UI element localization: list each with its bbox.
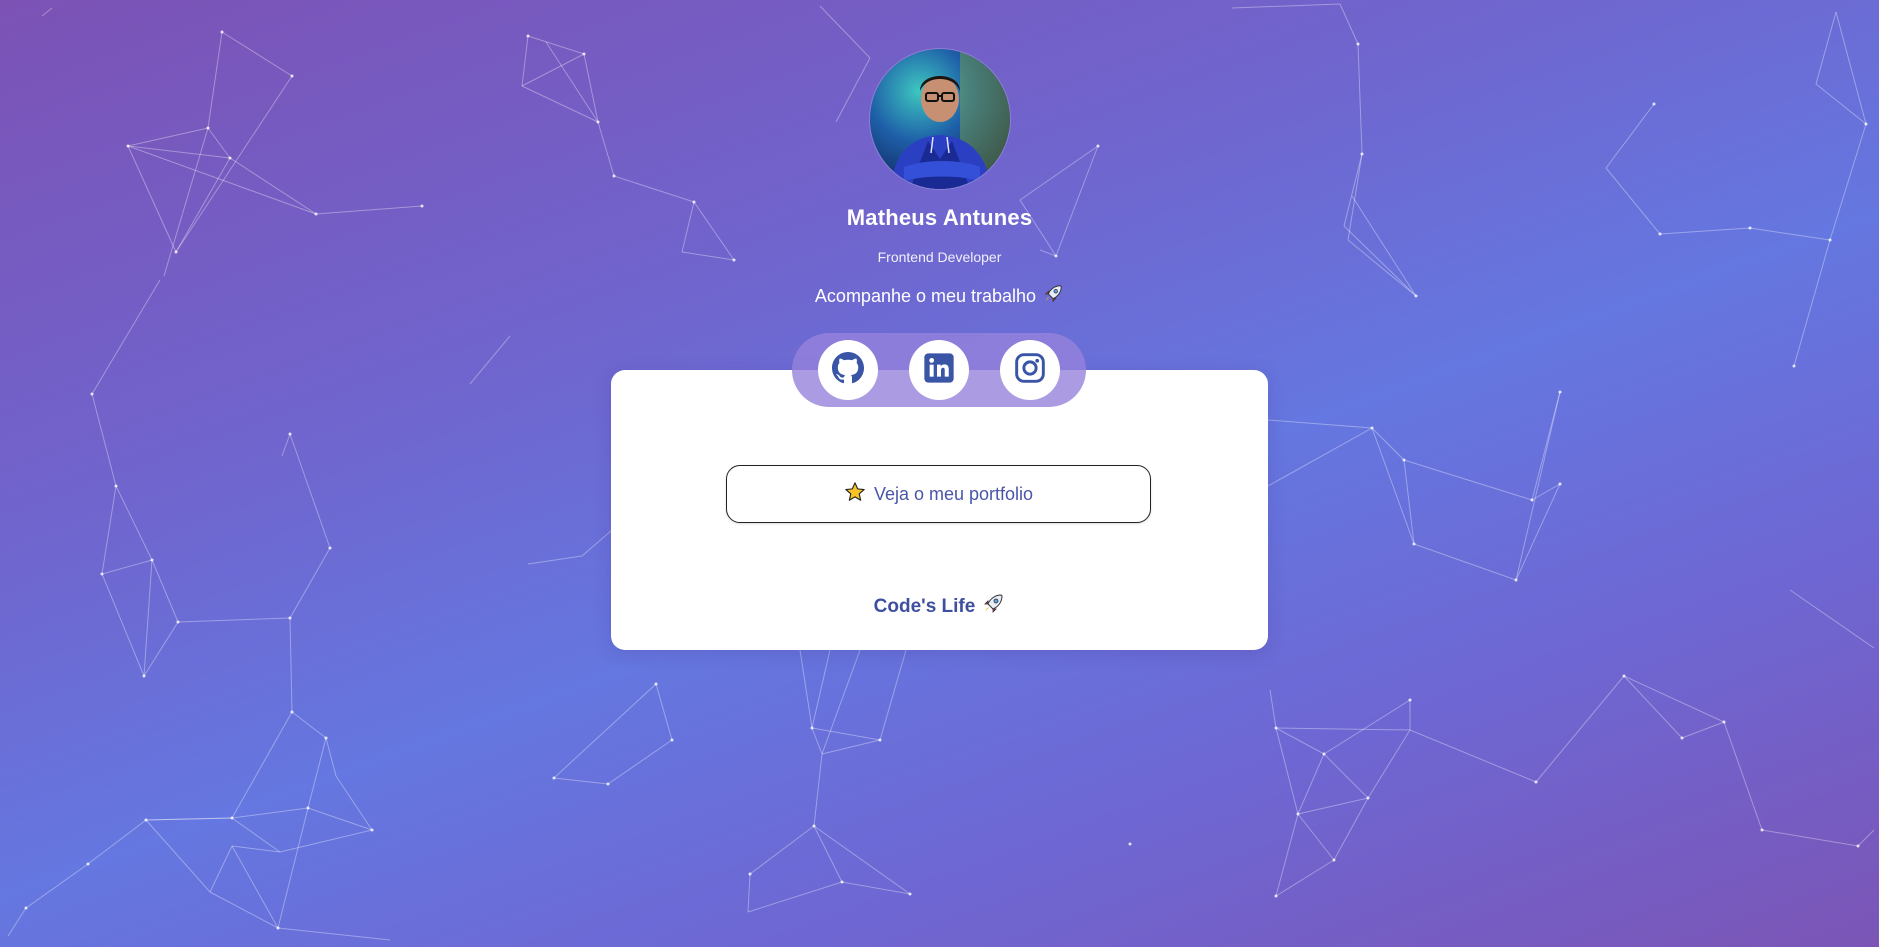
footer: Code's Life — [611, 592, 1268, 622]
instagram-link-button[interactable] — [1000, 340, 1061, 400]
profile-header: Matheus Antunes Frontend Developer Acomp… — [0, 49, 1879, 310]
portfolio-link-label: Veja o meu portfolio — [873, 483, 1034, 504]
rocket-icon — [1042, 283, 1064, 310]
linkedin-link-button[interactable] — [908, 340, 969, 400]
linkedin-icon — [923, 352, 955, 389]
footer-text: Code's Life — [873, 596, 976, 617]
tagline-text: Acompanhe o meu trabalho — [814, 286, 1037, 306]
social-links-bar — [792, 333, 1086, 407]
github-icon — [831, 351, 864, 389]
profile-role: Frontend Developer — [877, 249, 1002, 265]
rocket-icon — [981, 592, 1005, 622]
avatar — [869, 49, 1010, 189]
profile-tagline: Acompanhe o meu trabalho — [815, 283, 1064, 310]
page-background: Matheus Antunes Frontend Developer Acomp… — [0, 0, 1879, 947]
star-icon — [844, 481, 866, 508]
github-link-button[interactable] — [817, 340, 878, 400]
instagram-icon — [1014, 352, 1046, 389]
profile-name: Matheus Antunes — [846, 205, 1033, 230]
portfolio-link-button[interactable]: Veja o meu portfolio — [726, 465, 1151, 523]
